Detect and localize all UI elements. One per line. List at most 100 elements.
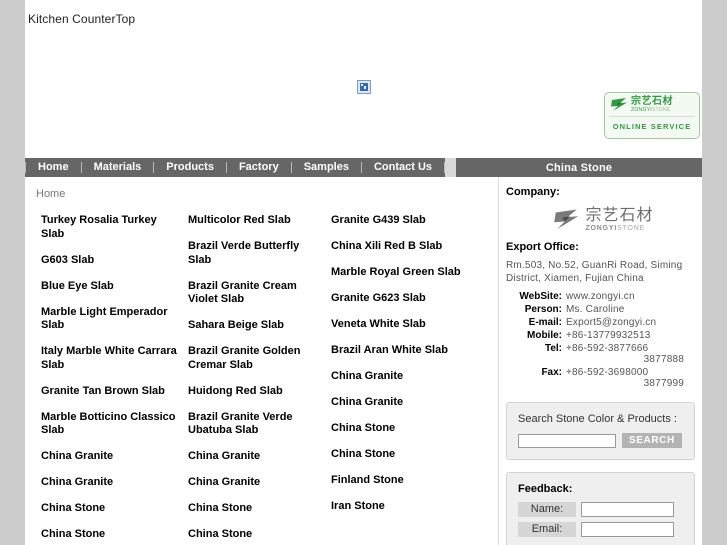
product-link[interactable]: Marble Botticino Classico Slab bbox=[41, 411, 188, 438]
contact-value-secondary: 3877888 bbox=[643, 354, 684, 365]
badge-logo-brand: ZONGYISTONE bbox=[631, 107, 671, 113]
contact-key: E-mail: bbox=[528, 317, 562, 328]
nav-right-group: China Stone bbox=[456, 158, 702, 177]
product-link[interactable]: China Stone bbox=[41, 528, 188, 542]
nav-item-contact-us[interactable]: Contact Us bbox=[362, 158, 444, 177]
table-row: Mobile: +86-13779932513 bbox=[506, 329, 698, 342]
company-logo-cn: 宗艺石材 bbox=[585, 205, 654, 224]
zongyi-logo-icon bbox=[611, 98, 627, 111]
feedback-name-row: Name: bbox=[518, 502, 683, 517]
contact-value: +86-13779932513 bbox=[566, 330, 651, 341]
contact-value: +86-592-3698000 3877999 bbox=[566, 366, 698, 390]
badge-logo: 宗艺石材 ZONGYISTONE bbox=[605, 93, 699, 114]
product-link[interactable]: China Xili Red B Slab bbox=[331, 240, 491, 254]
company-logo: 宗艺石材 ZONGYISTONE bbox=[506, 207, 702, 232]
contact-value[interactable]: Export5@zongyi.cn bbox=[566, 316, 698, 329]
feedback-panel: Feedback: Name: Email: bbox=[506, 472, 695, 545]
product-link[interactable]: Italy Marble White Carrara Slab bbox=[41, 345, 188, 372]
table-row: Tel: +86-592-3877666 3877888 bbox=[506, 342, 698, 366]
online-service-badge[interactable]: 宗艺石材 ZONGYISTONE ONLINE SERVICE bbox=[604, 92, 700, 139]
product-link[interactable]: China Stone bbox=[41, 502, 188, 516]
contact-value: +86-592-3877666 3877888 bbox=[566, 342, 698, 366]
product-link[interactable]: China Granite bbox=[41, 476, 188, 490]
product-link[interactable]: China Granite bbox=[41, 450, 188, 464]
nav-gap bbox=[445, 158, 457, 177]
product-link[interactable]: G603 Slab bbox=[41, 254, 188, 268]
export-office-label: Export Office: bbox=[506, 241, 579, 253]
product-link[interactable]: China Stone bbox=[331, 448, 491, 462]
nav-item-samples[interactable]: Samples bbox=[292, 158, 361, 177]
product-link[interactable]: Multicolor Red Slab bbox=[188, 214, 331, 228]
company-address: Rm.503, No.52, GuanRi Road, Siming Distr… bbox=[506, 260, 683, 284]
table-row: Fax: +86-592-3698000 3877999 bbox=[506, 366, 698, 390]
company-label: Company: bbox=[506, 186, 560, 198]
product-link[interactable]: Sahara Beige Slab bbox=[188, 319, 331, 333]
nav-item-products[interactable]: Products bbox=[154, 158, 226, 177]
product-link[interactable]: China Granite bbox=[188, 450, 331, 464]
contact-key: Mobile: bbox=[527, 330, 562, 341]
product-link[interactable]: Marble Royal Green Slab bbox=[331, 266, 491, 280]
nav-item-home[interactable]: Home bbox=[26, 158, 81, 177]
contact-key: Tel: bbox=[544, 343, 562, 354]
zongyi-logo-icon bbox=[554, 209, 579, 229]
product-link[interactable]: China Granite bbox=[331, 370, 491, 384]
feedback-email-row: Email: bbox=[518, 522, 683, 537]
feedback-name-input[interactable] bbox=[581, 502, 674, 517]
product-link[interactable]: Brazil Verde Butterfly Slab bbox=[188, 240, 331, 267]
product-link[interactable]: China Stone bbox=[331, 422, 491, 436]
contact-info-table: WebSite: www.zongyi.cn Person: Ms. Carol… bbox=[506, 290, 698, 390]
product-link[interactable]: Huidong Red Slab bbox=[188, 385, 331, 399]
contact-value-primary: +86-592-3698000 bbox=[566, 367, 649, 378]
nav-section-title: China Stone bbox=[545, 161, 613, 174]
product-link[interactable]: Granite Tan Brown Slab bbox=[41, 385, 188, 399]
page-container: Kitchen CounterTop 宗艺石材 ZONGYISTONE ONLI… bbox=[25, 0, 702, 545]
main-navigation: Home Materials Products Factory Samples … bbox=[25, 158, 702, 177]
product-link[interactable]: Iran Stone bbox=[331, 500, 491, 514]
broken-image-icon bbox=[357, 80, 371, 94]
product-link[interactable]: China Stone bbox=[188, 528, 331, 542]
product-list-panel: Home Turkey Rosalia Turkey Slab G603 Sla… bbox=[25, 177, 498, 545]
feedback-email-input[interactable] bbox=[581, 522, 674, 537]
nav-item-materials[interactable]: Materials bbox=[82, 158, 154, 177]
product-link[interactable]: Granite G439 Slab bbox=[331, 214, 491, 228]
search-panel: Search Stone Color & Products : SEARCH bbox=[506, 402, 695, 460]
badge-divider bbox=[610, 116, 694, 117]
table-row: E-mail: Export5@zongyi.cn bbox=[506, 316, 698, 329]
product-link[interactable]: Granite G623 Slab bbox=[331, 292, 491, 306]
badge-logo-cn: 宗艺石材 bbox=[631, 96, 673, 107]
product-link[interactable]: China Stone bbox=[188, 502, 331, 516]
contact-value-primary: +86-592-3877666 bbox=[566, 343, 649, 354]
product-link[interactable]: Veneta White Slab bbox=[331, 318, 491, 332]
product-column-2: Multicolor Red Slab Brazil Verde Butterf… bbox=[188, 214, 331, 545]
nav-item-factory[interactable]: Factory bbox=[227, 158, 291, 177]
product-link[interactable]: Brazil Granite Verde Ubatuba Slab bbox=[188, 411, 331, 438]
contact-value: Ms. Caroline bbox=[566, 304, 625, 315]
page-title: Kitchen CounterTop bbox=[28, 12, 136, 26]
search-button[interactable]: SEARCH bbox=[622, 433, 682, 448]
feedback-name-label: Name: bbox=[518, 502, 576, 517]
product-link[interactable]: Brazil Granite Cream Violet Slab bbox=[188, 280, 331, 307]
search-row: SEARCH bbox=[518, 433, 683, 448]
feedback-label: Feedback: bbox=[518, 483, 573, 495]
company-logo-brand: ZONGYISTONE bbox=[585, 225, 646, 232]
product-link[interactable]: China Granite bbox=[188, 476, 331, 490]
breadcrumb[interactable]: Home bbox=[25, 177, 498, 200]
product-link[interactable]: Turkey Rosalia Turkey Slab bbox=[41, 214, 188, 241]
nav-left-group: Home Materials Products Factory Samples … bbox=[25, 158, 446, 177]
product-link[interactable]: China Granite bbox=[331, 396, 491, 410]
product-link[interactable]: Blue Eye Slab bbox=[41, 280, 188, 294]
content-area: Home Turkey Rosalia Turkey Slab G603 Sla… bbox=[25, 177, 702, 545]
product-link[interactable]: Finland Stone bbox=[331, 474, 491, 488]
product-grid: Turkey Rosalia Turkey Slab G603 Slab Blu… bbox=[25, 200, 498, 545]
table-row: Person: Ms. Caroline bbox=[506, 303, 698, 316]
product-column-3: Granite G439 Slab China Xili Red B Slab … bbox=[331, 214, 491, 545]
feedback-email-label: Email: bbox=[518, 522, 576, 537]
sidebar: Company: 宗艺石材 ZONGYISTONE Export Office:… bbox=[498, 177, 702, 545]
search-label: Search Stone Color & Products : bbox=[518, 413, 677, 425]
product-link[interactable]: Marble Light Emperador Slab bbox=[41, 306, 188, 333]
product-link[interactable]: Brazil Granite Golden Cremar Slab bbox=[188, 345, 331, 372]
product-link[interactable]: Brazil Aran White Slab bbox=[331, 344, 491, 358]
contact-value[interactable]: www.zongyi.cn bbox=[566, 290, 698, 303]
contact-key: WebSite: bbox=[519, 291, 562, 302]
search-input[interactable] bbox=[518, 433, 616, 448]
